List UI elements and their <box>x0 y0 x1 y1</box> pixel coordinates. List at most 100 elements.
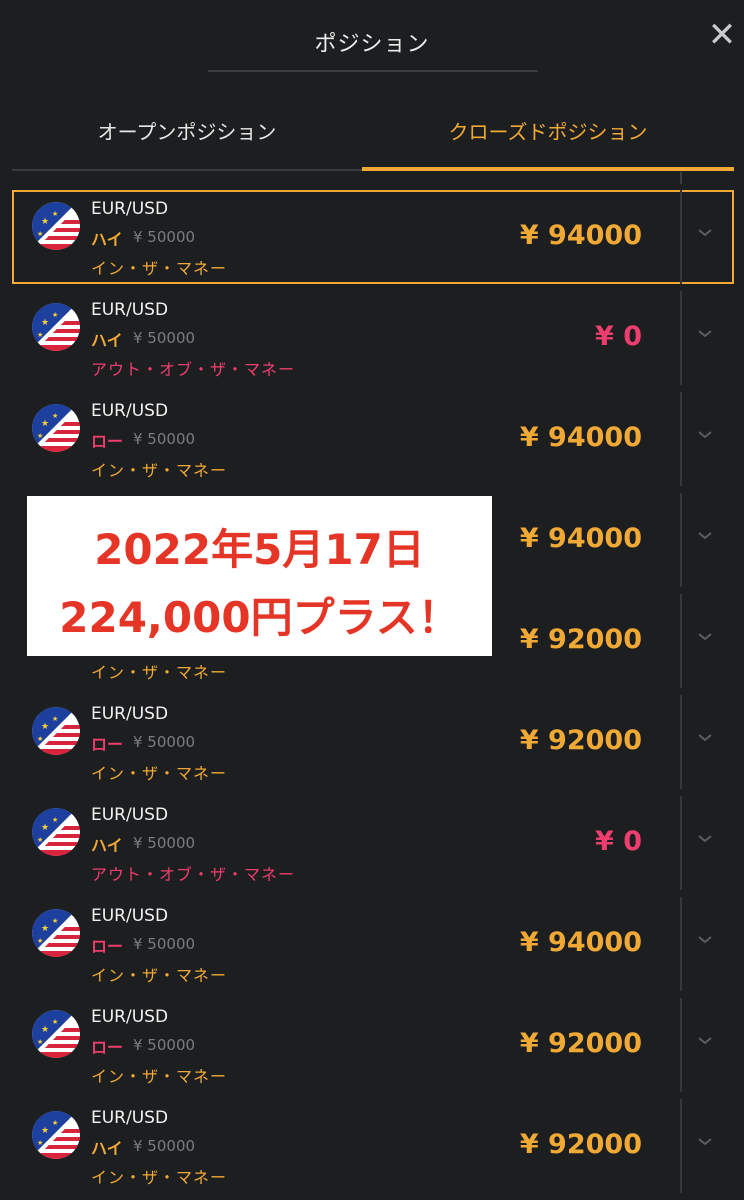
title-underline <box>208 70 538 72</box>
page-title: ポジション <box>314 32 430 57</box>
svg-text:★: ★ <box>52 917 58 925</box>
row-divider <box>680 796 682 890</box>
eur-usd-flag-icon: ★★★ <box>32 404 80 452</box>
eur-usd-flag-icon: ★★★ <box>32 303 80 351</box>
row-divider <box>680 594 682 688</box>
direction-label: ハイ <box>91 331 123 350</box>
tab-underline <box>12 169 362 171</box>
chevron-down-icon[interactable] <box>696 1032 714 1050</box>
currency-pair: EUR/USD <box>91 199 169 219</box>
svg-text:★: ★ <box>41 823 49 833</box>
row-divider <box>680 897 682 991</box>
svg-text:★: ★ <box>37 1038 43 1046</box>
chevron-down-icon[interactable] <box>696 325 714 343</box>
chevron-down-icon[interactable] <box>696 830 714 848</box>
column-divider <box>680 172 682 184</box>
currency-pair: EUR/USD <box>91 906 169 926</box>
result-status: イン・ザ・マネー <box>91 461 228 480</box>
stake-amount: ¥ 50000 <box>133 329 196 347</box>
position-row[interactable]: ★ ★ ★ EUR/USD ハイ ¥ 50000 アウト・オブ・ザ・マネー ¥ 0 <box>12 796 734 890</box>
stake-amount: ¥ 50000 <box>133 935 196 953</box>
svg-text:★: ★ <box>52 1119 58 1127</box>
currency-pair: EUR/USD <box>91 300 169 320</box>
chevron-down-icon[interactable] <box>696 426 714 444</box>
svg-text:★: ★ <box>37 836 43 844</box>
result-status: イン・ザ・マネー <box>91 1168 228 1187</box>
direction-label: ロー <box>91 432 124 451</box>
chevron-down-icon[interactable] <box>696 729 714 747</box>
currency-pair: EUR/USD <box>91 805 169 825</box>
svg-text:★: ★ <box>41 722 49 732</box>
svg-text:★: ★ <box>37 432 43 440</box>
row-divider <box>680 291 682 385</box>
currency-pair: EUR/USD <box>91 1108 169 1128</box>
position-row[interactable]: ★ ★ ★ EUR/USD ロー ¥ 50000 イン・ザ・マネー ¥ 94000 <box>12 392 734 486</box>
row-divider <box>680 695 682 789</box>
direction-label: ハイ <box>91 230 123 249</box>
position-row[interactable]: ★ ★ ★ EUR/USD ロー ¥ 50000 イン・ザ・マネー ¥ 92000 <box>12 695 734 789</box>
svg-text:★: ★ <box>41 318 49 328</box>
svg-text:★: ★ <box>52 311 58 319</box>
payout-amount: ¥ 92000 <box>519 1129 642 1160</box>
svg-text:★: ★ <box>52 412 58 420</box>
eur-usd-flag-icon: ★★★ <box>32 707 80 755</box>
position-row[interactable]: ★ ★ ★ EUR/USD ハイ ¥ 50000 アウト・オブ・ザ・マネー ¥ 0 <box>12 291 734 385</box>
svg-text:★: ★ <box>41 924 49 934</box>
stake-amount: ¥ 50000 <box>133 733 196 751</box>
payout-amount: ¥ 92000 <box>519 725 642 756</box>
chevron-down-icon[interactable] <box>696 628 714 646</box>
position-row[interactable]: ★ ★ ★ EUR/USD ロー ¥ 50000 イン・ザ・マネー ¥ 92000 <box>12 998 734 1092</box>
svg-text:★: ★ <box>41 419 49 429</box>
result-status: イン・ザ・マネー <box>91 259 228 278</box>
position-row[interactable]: ★ ★ ★ EUR/USD ハイ ¥ 50000 イン・ザ・マネー ¥ 94000 <box>12 190 734 284</box>
result-status: アウト・オブ・ザ・マネー <box>91 360 296 379</box>
chevron-down-icon[interactable] <box>696 931 714 949</box>
payout-amount: ¥ 92000 <box>519 1028 642 1059</box>
close-icon[interactable]: ✕ <box>704 18 740 54</box>
stake-amount: ¥ 50000 <box>133 228 196 246</box>
result-status: イン・ザ・マネー <box>91 764 228 783</box>
svg-text:★: ★ <box>52 816 58 824</box>
chevron-down-icon[interactable] <box>696 527 714 545</box>
result-status: イン・ザ・マネー <box>91 663 228 682</box>
direction-label: ハイ <box>91 1139 123 1158</box>
svg-text:★: ★ <box>41 217 49 227</box>
result-status: イン・ザ・マネー <box>91 1067 228 1086</box>
tab-closed-positions[interactable]: クローズドポジション <box>362 92 734 170</box>
banner-date: 2022年5月17日 <box>94 525 425 574</box>
result-status: アウト・オブ・ザ・マネー <box>91 865 296 884</box>
stake-amount: ¥ 50000 <box>133 430 196 448</box>
row-divider <box>680 190 682 284</box>
tab-bar: オープンポジション クローズドポジション <box>12 92 734 172</box>
svg-text:★: ★ <box>37 1139 43 1147</box>
payout-amount: ¥ 92000 <box>519 624 642 655</box>
position-row[interactable]: ★ ★ ★ EUR/USD ハイ ¥ 50000 イン・ザ・マネー ¥ 92000 <box>12 1099 734 1193</box>
svg-text:★: ★ <box>37 331 43 339</box>
tab-active-indicator <box>362 167 734 171</box>
position-row[interactable]: ★ ★ ★ EUR/USD ロー ¥ 50000 イン・ザ・マネー ¥ 94000 <box>12 897 734 991</box>
direction-label: ロー <box>91 735 124 754</box>
svg-text:★: ★ <box>41 1025 49 1035</box>
stake-amount: ¥ 50000 <box>133 834 196 852</box>
stake-amount: ¥ 50000 <box>133 1137 196 1155</box>
payout-amount: ¥ 94000 <box>519 220 642 251</box>
row-divider <box>680 998 682 1092</box>
payout-amount: ¥ 0 <box>595 321 642 352</box>
currency-pair: EUR/USD <box>91 1007 169 1027</box>
payout-amount: ¥ 94000 <box>519 523 642 554</box>
currency-pair: EUR/USD <box>91 401 169 421</box>
row-divider <box>680 1099 682 1193</box>
svg-text:★: ★ <box>41 1126 49 1136</box>
direction-label: ハイ <box>91 836 123 855</box>
chevron-down-icon[interactable] <box>696 1133 714 1151</box>
currency-pair: EUR/USD <box>91 704 169 724</box>
eur-usd-flag-icon: ★★★ <box>32 1010 80 1058</box>
tab-open-positions[interactable]: オープンポジション <box>12 92 362 170</box>
result-status: イン・ザ・マネー <box>91 966 228 985</box>
header: ポジション ✕ <box>0 0 744 92</box>
svg-text:★: ★ <box>37 735 43 743</box>
svg-text:★: ★ <box>37 230 43 238</box>
profit-banner: 2022年5月17日 224,000円プラス！ <box>27 496 492 656</box>
svg-text:★: ★ <box>52 715 58 723</box>
chevron-down-icon[interactable] <box>696 224 714 242</box>
